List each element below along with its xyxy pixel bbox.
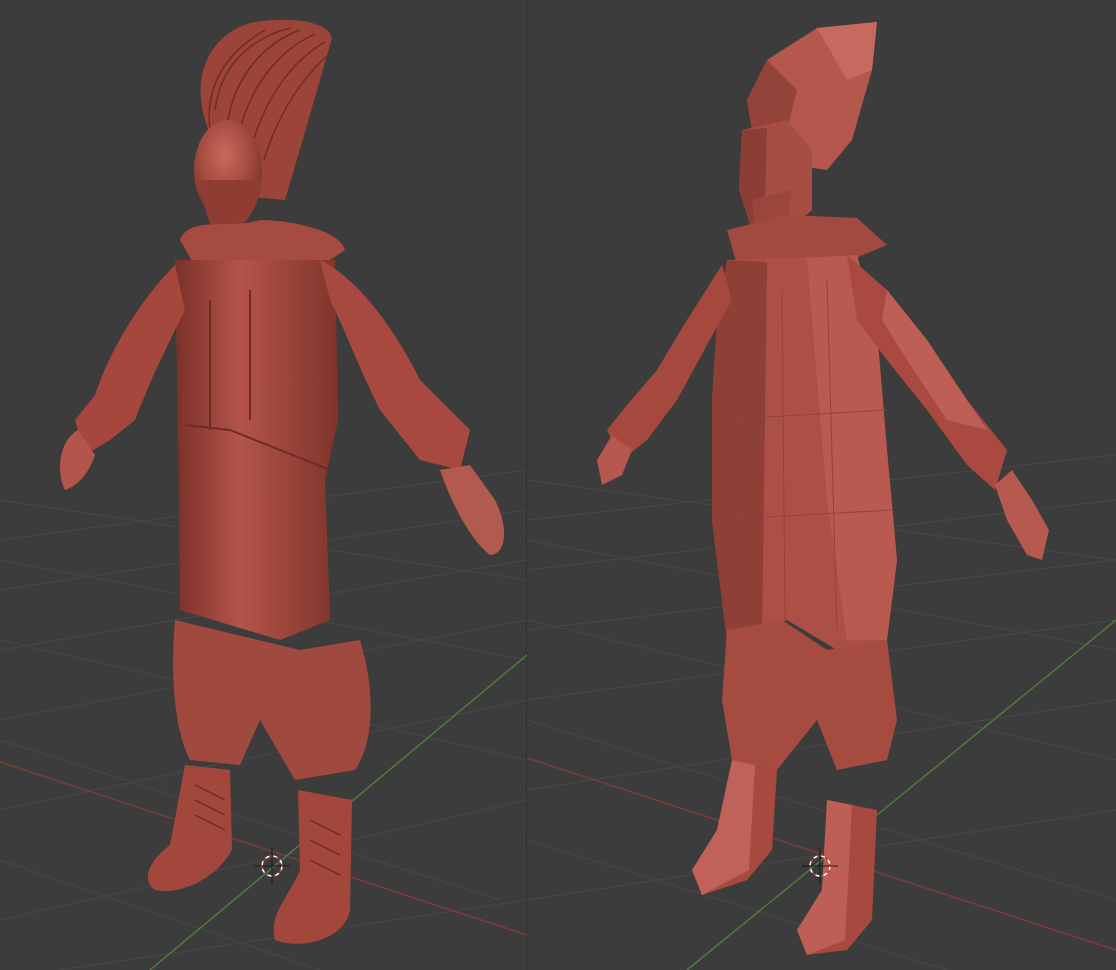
- hand-right: [440, 465, 505, 555]
- viewport-right[interactable]: [527, 0, 1116, 970]
- viewport-right-canvas[interactable]: [527, 0, 1116, 970]
- arm-left: [75, 265, 185, 455]
- viewport-area[interactable]: [0, 0, 1116, 970]
- boot-right: [273, 790, 352, 944]
- low-poly-character[interactable]: [597, 22, 1049, 955]
- arm-right: [320, 260, 470, 470]
- coat-torso: [175, 260, 338, 640]
- axis-x-line: [0, 761, 527, 936]
- viewport-left[interactable]: [0, 0, 527, 970]
- pants: [173, 620, 371, 780]
- viewport-left-canvas[interactable]: [0, 0, 527, 970]
- hand-right: [995, 470, 1049, 560]
